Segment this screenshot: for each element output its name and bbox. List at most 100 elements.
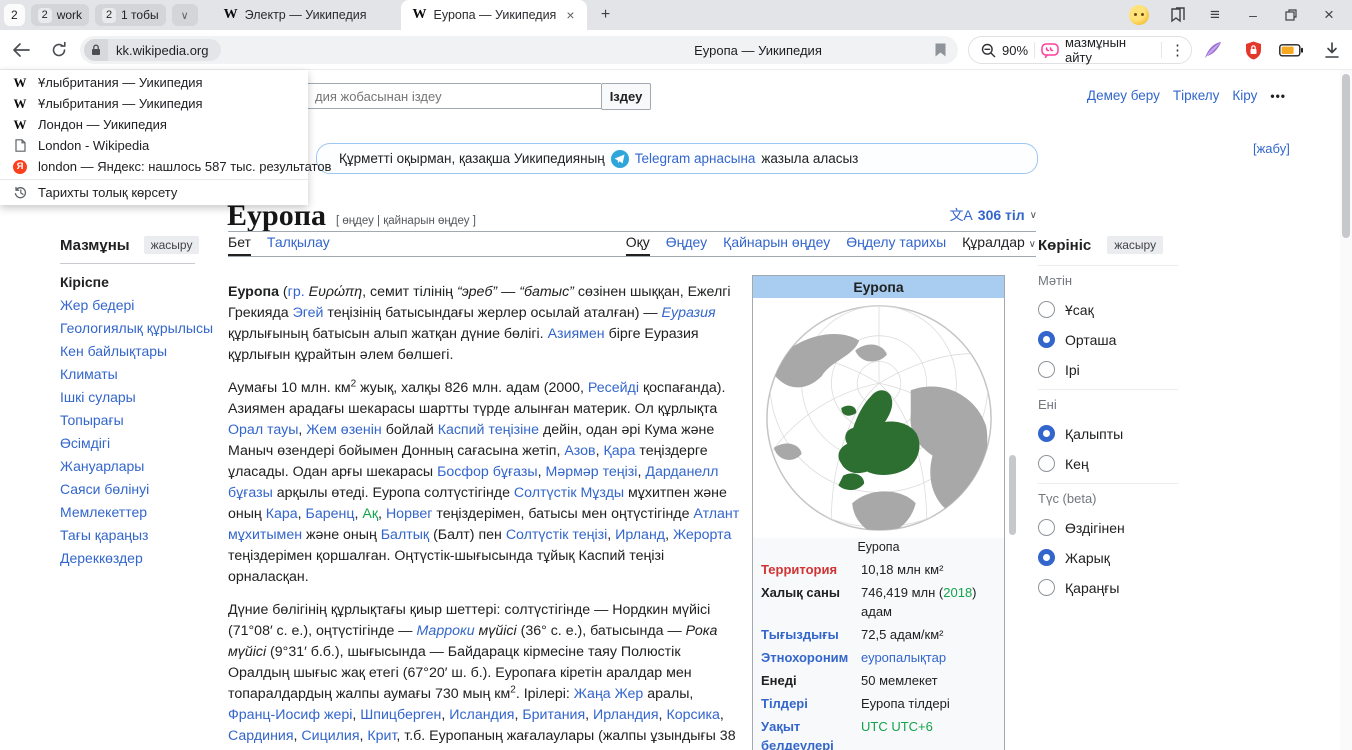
banner-close-link[interactable]: [жабу]: [1253, 141, 1290, 156]
europe-globe-image[interactable]: [753, 298, 1004, 538]
bookmark-icon[interactable]: [935, 43, 946, 57]
personal-more-icon[interactable]: •••: [1270, 89, 1286, 103]
toc-item[interactable]: Жануарлары: [60, 455, 210, 478]
inline-link[interactable]: Британия: [522, 707, 585, 723]
omnibox-more-icon[interactable]: ⋮: [1170, 41, 1185, 59]
tab-group-1toby[interactable]: 2 1 тобы: [95, 4, 166, 26]
toc-item[interactable]: Ішкі сулары: [60, 386, 210, 409]
downloads-icon[interactable]: [1320, 39, 1344, 61]
infobox-label[interactable]: Территория: [761, 560, 861, 579]
appearance-hide-button[interactable]: жасыру: [1107, 236, 1163, 254]
inline-link[interactable]: Солтүстік Мұзды: [514, 485, 624, 501]
inline-link[interactable]: Эгей: [293, 305, 324, 321]
toc-item[interactable]: Дереккөздер: [60, 547, 210, 570]
inline-link[interactable]: Франц-Иосиф жері: [228, 707, 352, 723]
toc-item[interactable]: Тағы қараңыз: [60, 524, 210, 547]
inline-link[interactable]: Ирланд: [615, 527, 665, 543]
reload-button[interactable]: [46, 38, 72, 62]
radio-icon[interactable]: [1038, 331, 1055, 348]
zoom-out-icon[interactable]: [981, 43, 996, 58]
telegram-channel-link[interactable]: Telegram арнасына: [635, 151, 756, 166]
toc-item[interactable]: Мемлекеттер: [60, 501, 210, 524]
tab-groups-chevron-icon[interactable]: ∨: [172, 4, 198, 26]
menu-hamburger-icon[interactable]: ≡: [1206, 6, 1224, 24]
toc-item[interactable]: Жер бедері: [60, 294, 210, 317]
suggestion-item[interactable]: W Ұлыбритания — Уикипедия: [0, 72, 308, 93]
radio-icon[interactable]: [1038, 425, 1055, 442]
yandex-quill-icon[interactable]: [1201, 39, 1225, 61]
inline-link[interactable]: Исландия: [449, 707, 514, 723]
toc-hide-button[interactable]: жасыру: [144, 236, 200, 254]
window-close-button[interactable]: ×: [1320, 6, 1338, 24]
toc-item[interactable]: Кен байлықтары: [60, 340, 210, 363]
page-scrollbar-thumb[interactable]: [1342, 74, 1350, 238]
window-minimize-button[interactable]: –: [1244, 6, 1262, 24]
inline-link[interactable]: еуропалықтар: [861, 650, 946, 665]
tab-europa-active[interactable]: W Еуропа — Уикипедия ×: [401, 0, 587, 30]
inline-link[interactable]: Каспий теңізіне: [438, 422, 539, 438]
toc-item[interactable]: Климаты: [60, 363, 210, 386]
show-full-history-item[interactable]: Тарихты толық көрсету: [0, 182, 308, 203]
tab-group-work[interactable]: 2 work: [31, 4, 89, 26]
infobox-label[interactable]: Тілдері: [761, 694, 861, 713]
tab-tools[interactable]: Құралдар ∨: [962, 234, 1036, 256]
radio-icon[interactable]: [1038, 361, 1055, 378]
title-edit-links[interactable]: [ өңдеу | қайнарын өңдеу ]: [336, 215, 476, 227]
new-tab-button[interactable]: +: [595, 4, 617, 26]
tab-close-icon[interactable]: ×: [566, 8, 574, 22]
inline-link[interactable]: Жем өзенін: [306, 422, 381, 438]
infobox-label[interactable]: Тығыздығы: [761, 625, 861, 644]
zoom-level[interactable]: 90%: [1002, 43, 1028, 58]
inline-link[interactable]: Балтық: [381, 527, 429, 543]
inline-link[interactable]: Корсика: [666, 707, 719, 723]
radio-icon[interactable]: [1038, 549, 1055, 566]
radio-color-dark[interactable]: Қараңғы: [1038, 579, 1178, 596]
inline-link[interactable]: Солтүстік теңізі: [506, 527, 607, 543]
lock-icon[interactable]: [84, 39, 108, 61]
radio-width-standard[interactable]: Қалыпты: [1038, 425, 1178, 442]
window-restore-button[interactable]: [1282, 6, 1300, 24]
inline-link[interactable]: Сицилия: [301, 728, 359, 744]
register-link[interactable]: Тіркелу: [1173, 88, 1220, 103]
read-aloud-button[interactable]: мазмұнын айту: [1065, 35, 1151, 65]
suggestion-item[interactable]: W Лондон — Уикипедия: [0, 114, 308, 135]
inline-link[interactable]: Еуразия: [662, 305, 716, 321]
inline-link[interactable]: Босфор бұғазы: [437, 464, 538, 480]
protect-shield-icon[interactable]: [1241, 39, 1265, 61]
toc-item[interactable]: Геологиялық құрылысы: [60, 317, 210, 340]
wiki-search-input[interactable]: [306, 83, 601, 109]
radio-color-light[interactable]: Жарық: [1038, 549, 1178, 566]
radio-text-large[interactable]: Ірі: [1038, 361, 1178, 378]
radio-text-medium[interactable]: Орташа: [1038, 331, 1178, 348]
inline-link[interactable]: Азов: [564, 443, 595, 459]
toc-item[interactable]: Саяси бөлінуі: [60, 478, 210, 501]
inline-link[interactable]: Ирландия: [593, 707, 659, 723]
infobox-label[interactable]: Уақыт белдеулері: [761, 717, 861, 750]
inline-link[interactable]: Азиямен: [548, 326, 605, 342]
tab-edit[interactable]: Өңдеу: [666, 234, 707, 256]
inline-link[interactable]: Норвег: [386, 506, 432, 522]
tab-read[interactable]: Оқу: [626, 234, 650, 256]
radio-color-auto[interactable]: Өздігінен: [1038, 519, 1178, 536]
tab-group-collapsed[interactable]: 2: [4, 4, 25, 26]
side-panels-icon[interactable]: [1169, 7, 1186, 24]
inline-link[interactable]: Мәрмәр теңізі: [546, 464, 638, 480]
suggestion-item[interactable]: London - Wikipedia: [0, 135, 308, 156]
toc-item[interactable]: Топырағы: [60, 409, 210, 432]
profile-avatar[interactable]: [1129, 5, 1149, 25]
inline-link[interactable]: гр.: [288, 284, 305, 300]
tab-talk[interactable]: Талқылау: [267, 234, 330, 256]
inline-link[interactable]: Орал тауы: [228, 422, 298, 438]
inline-link[interactable]: Марроки: [416, 623, 474, 639]
tab-electr[interactable]: W Электр — Уикипедия: [212, 0, 379, 30]
radio-icon[interactable]: [1038, 301, 1055, 318]
language-selector-button[interactable]: 文A 306 тіл ∨: [949, 205, 1037, 225]
donate-link[interactable]: Демеу беру: [1087, 88, 1160, 103]
inline-link[interactable]: Жаңа Жер: [574, 686, 644, 702]
suggestion-item[interactable]: W Ұлыбритания — Уикипедия: [0, 93, 308, 114]
tab-history[interactable]: Өңделу тарихы: [846, 234, 946, 256]
radio-text-small[interactable]: Ұсақ: [1038, 301, 1178, 318]
radio-icon[interactable]: [1038, 455, 1055, 472]
inline-link[interactable]: Баренц: [306, 506, 355, 522]
back-button[interactable]: [8, 38, 34, 62]
